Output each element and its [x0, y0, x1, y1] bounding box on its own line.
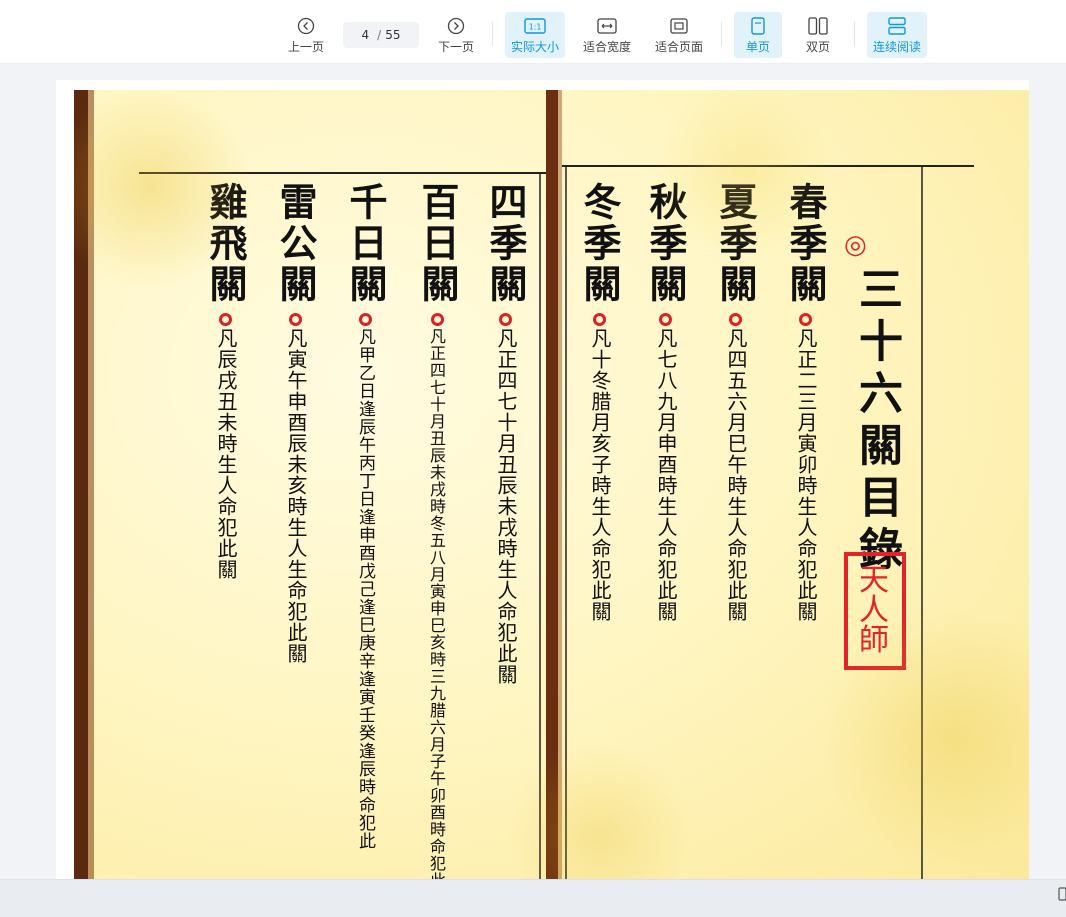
entry-name: 百日關: [415, 182, 460, 326]
toolbar-divider: [721, 22, 722, 46]
actual-size-icon: 1:1: [524, 16, 546, 36]
document-title: 三十六關目錄: [851, 266, 902, 578]
red-circle-mark-icon: ◎: [844, 230, 867, 260]
entry-rule: 凡正四七十月丑辰未戌時冬五八月寅申巳亥時三九腊六月子午卯酉時命犯此: [427, 328, 446, 879]
entry-rule: 凡正四七十月丑辰未戌時生人命犯此關: [494, 328, 518, 685]
entry-name: 四季關: [483, 182, 528, 326]
fit-width-button[interactable]: 适合宽度: [579, 12, 635, 58]
fit-width-icon: [596, 16, 618, 36]
red-circle-icon: [592, 313, 606, 326]
total-pages: 55: [385, 28, 401, 42]
red-circle-icon: [658, 313, 672, 326]
red-circle-icon: [728, 313, 742, 326]
entry-rule: 凡寅午申酉辰未亥時生人生命犯此關: [284, 328, 308, 664]
red-circle-icon: [218, 313, 232, 326]
chevron-left-circle-icon: [295, 16, 317, 36]
page-separator: /: [377, 28, 382, 42]
double-page-button[interactable]: 双页: [794, 12, 842, 58]
entry-rule: 凡四五六月巳午時生人命犯此關: [724, 328, 748, 622]
next-page-button[interactable]: 下一页: [434, 12, 478, 58]
entry-rule: 凡七八九月申酉時生人命犯此關: [654, 328, 678, 622]
actual-size-label: 实际大小: [510, 39, 559, 54]
continuous-reading-label: 连续阅读: [872, 39, 921, 54]
entry-name: 千日關: [343, 182, 388, 326]
viewer-toolbar: 上一页 4 / 55 下一页 1:1 实际大小 适合宽度 适合页面 单页 双页 …: [0, 0, 1066, 64]
continuous-reading-button[interactable]: 连续阅读: [867, 12, 927, 58]
entry-name: 冬季關: [577, 182, 622, 326]
document-viewer[interactable]: ◎ 三十六關目錄 天人師 春季關 凡正二三月寅卯時生人命犯此關 夏季關 凡四五六…: [0, 64, 1066, 879]
entry-name: 夏季關: [713, 182, 758, 326]
fit-page-label: 适合页面: [654, 39, 703, 54]
entry-name: 春季關: [783, 182, 828, 326]
entry-rule: 凡甲乙日逢辰午丙丁日逢申酉戊己逢巳庚辛逢寅壬癸逢辰時命犯此: [355, 328, 375, 850]
sidebar-toggle-icon[interactable]: [1058, 886, 1066, 901]
fit-width-label: 适合宽度: [582, 39, 631, 54]
toolbar-divider: [492, 22, 493, 46]
red-seal-stamp: 天人師: [844, 552, 906, 670]
status-bar: [0, 879, 1066, 917]
page-indicator[interactable]: 4 / 55: [343, 22, 419, 48]
red-circle-icon: [798, 313, 812, 326]
entry-rule: 凡十冬腊月亥子時生人命犯此關: [588, 328, 612, 622]
chevron-right-circle-icon: [445, 16, 467, 36]
entry-name: 秋季關: [643, 182, 688, 326]
prev-page-label: 上一页: [287, 39, 324, 54]
fit-page-button[interactable]: 适合页面: [651, 12, 707, 58]
svg-text:1:1: 1:1: [529, 22, 542, 31]
entry-rule: 凡正二三月寅卯時生人命犯此關: [794, 328, 818, 622]
document-page: ◎ 三十六關目錄 天人師 春季關 凡正二三月寅卯時生人命犯此關 夏季關 凡四五六…: [56, 80, 1029, 879]
actual-size-button[interactable]: 1:1 实际大小: [505, 12, 565, 58]
double-page-label: 双页: [805, 39, 830, 54]
double-page-icon: [807, 16, 829, 36]
fit-page-icon: [668, 16, 690, 36]
entry-name: 雞飛關: [203, 182, 248, 326]
prev-page-button[interactable]: 上一页: [284, 12, 328, 58]
entry-rule: 凡辰戌丑未時生人命犯此關: [214, 328, 238, 580]
entry-name: 雷公關: [273, 182, 318, 326]
single-page-button[interactable]: 单页: [734, 12, 782, 58]
toolbar-divider: [854, 22, 855, 46]
single-page-label: 单页: [745, 39, 770, 54]
next-page-label: 下一页: [437, 39, 474, 54]
scanned-manuscript: ◎ 三十六關目錄 天人師 春季關 凡正二三月寅卯時生人命犯此關 夏季關 凡四五六…: [74, 90, 1029, 879]
red-circle-icon: [430, 313, 444, 326]
red-circle-icon: [288, 313, 302, 326]
single-page-icon: [747, 16, 769, 36]
red-circle-icon: [498, 313, 512, 326]
current-page-input[interactable]: 4: [362, 28, 370, 42]
continuous-scroll-icon: [886, 16, 908, 36]
red-circle-icon: [358, 313, 372, 326]
